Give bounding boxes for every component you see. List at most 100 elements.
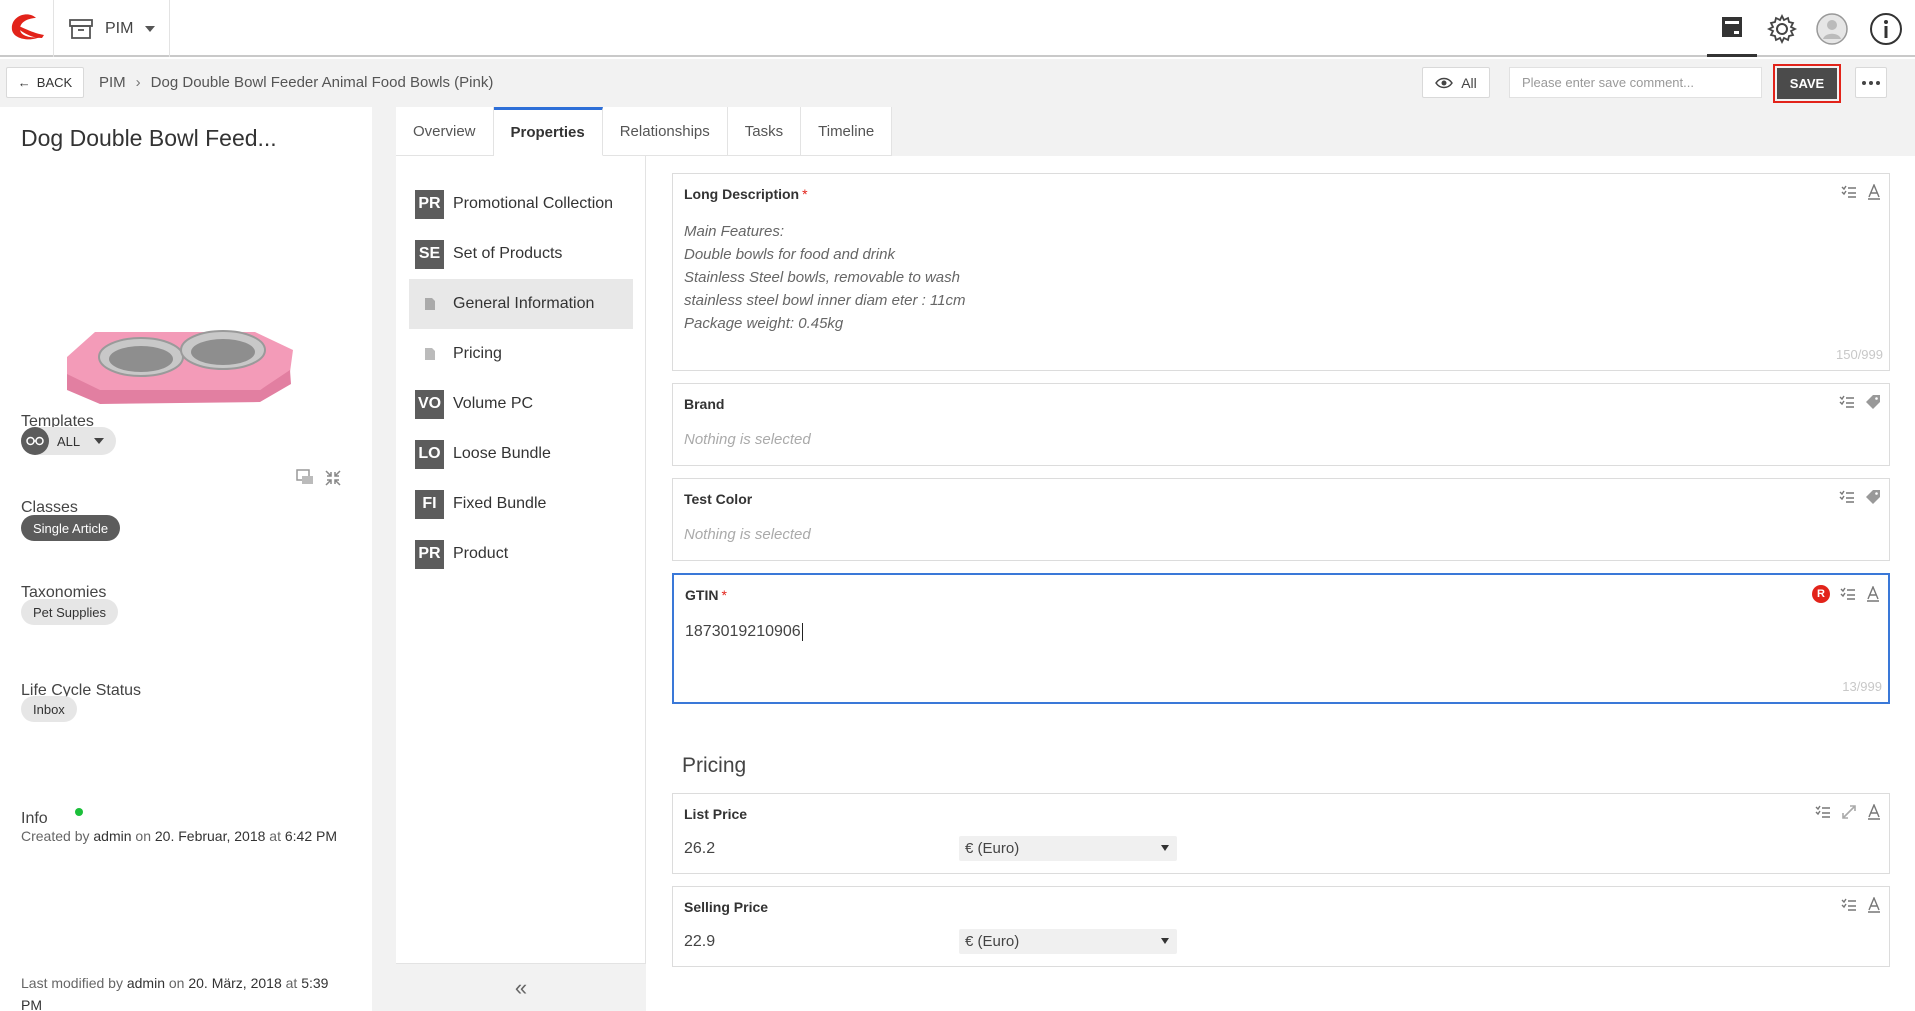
view-filter-button[interactable]: All	[1422, 67, 1490, 98]
char-counter: 150/999	[1836, 347, 1883, 362]
module-label: PIM	[105, 19, 134, 37]
dropdown-arrow-icon	[1161, 938, 1169, 944]
field-label: Selling Price	[684, 899, 769, 915]
breadcrumb-item-product: Dog Double Bowl Feeder Animal Food Bowls…	[150, 74, 494, 91]
breadcrumb-item-pim[interactable]: PIM	[99, 74, 126, 91]
list-check-icon[interactable]	[1839, 490, 1855, 504]
text-format-icon[interactable]	[1867, 804, 1881, 820]
required-marker: *	[721, 587, 727, 603]
class-item-label: Product	[453, 545, 509, 562]
modified-date: 20. März, 2018	[188, 975, 282, 991]
required-marker: *	[802, 186, 808, 202]
selling-price-value[interactable]: 22.9	[684, 933, 715, 951]
reference-badge: R	[1812, 585, 1830, 603]
tab-overview[interactable]: Overview	[396, 107, 494, 156]
class-item-label: Promotional Collection	[453, 195, 614, 212]
product-title: Dog Double Bowl Feed...	[21, 125, 277, 151]
user-menu-button[interactable]	[1807, 0, 1857, 57]
currency-select[interactable]: € (Euro)	[959, 929, 1177, 954]
template-selector[interactable]: ALL	[21, 427, 117, 455]
long-description-value: Main Features: Double bowls for food and…	[684, 223, 966, 332]
class-item-product[interactable]: PR Product	[409, 529, 633, 579]
gear-icon	[1766, 13, 1798, 44]
class-badge: PR	[415, 539, 444, 569]
pricing-section-title: Pricing	[682, 754, 747, 777]
lifecycle-status-chip[interactable]: Inbox	[21, 696, 77, 722]
class-item-label: Pricing	[453, 345, 502, 362]
list-check-icon[interactable]	[1839, 395, 1855, 409]
image-upload-icon[interactable]	[296, 469, 314, 485]
tab-timeline[interactable]: Timeline	[801, 107, 893, 156]
taxonomy-chip[interactable]: Pet Supplies	[21, 599, 118, 625]
class-item-pricing[interactable]: Pricing	[409, 329, 633, 379]
back-button[interactable]: ← BACK	[6, 67, 84, 98]
save-button[interactable]: SAVE	[1777, 68, 1837, 99]
chevron-down-icon	[94, 438, 105, 444]
class-chip[interactable]: Single Article	[21, 515, 121, 541]
more-options-button[interactable]	[1855, 67, 1887, 98]
gtin-input[interactable]: 1873019210906	[685, 623, 803, 641]
class-item-volume-pc[interactable]: VO Volume PC	[409, 379, 633, 429]
save-comment-input[interactable]	[1509, 67, 1762, 98]
created-by-user: admin	[93, 828, 132, 844]
class-badge: LO	[415, 439, 444, 469]
brand-field[interactable]: Brand Nothing is selected	[672, 383, 1890, 466]
tag-icon[interactable]	[1865, 489, 1881, 505]
product-summary-panel: Dog Double Bowl Feed... Templates ALL Cl…	[0, 107, 372, 1011]
archive-icon	[69, 18, 93, 39]
text-format-icon[interactable]	[1867, 897, 1881, 913]
text-format-icon[interactable]	[1867, 184, 1881, 200]
text-cursor	[801, 623, 803, 641]
tab-tasks[interactable]: Tasks	[727, 107, 802, 156]
test-color-field[interactable]: Test Color Nothing is selected	[672, 478, 1890, 561]
created-time: 6:42 PM	[284, 828, 338, 844]
field-label: Long Description *	[684, 186, 808, 202]
class-item-promotional-collection[interactable]: PR Promotional Collection	[409, 179, 633, 229]
class-item-set-of-products[interactable]: SE Set of Products	[409, 229, 633, 279]
expand-arrows-icon[interactable]	[1841, 804, 1857, 820]
modified-info: Last modified by admin on 20. März, 2018…	[21, 975, 329, 1011]
object-toolbar: ← BACK PIM › Dog Double Bowl Feeder Anim…	[0, 59, 1915, 107]
glasses-icon	[21, 427, 49, 455]
collapse-image-icon[interactable]	[324, 469, 342, 487]
settings-button[interactable]	[1757, 0, 1807, 57]
list-check-icon[interactable]	[1841, 898, 1857, 912]
class-badge: PR	[415, 189, 444, 219]
text-format-icon[interactable]	[1866, 586, 1880, 602]
class-item-label: Set of Products	[453, 245, 563, 262]
module-switcher[interactable]: PIM	[55, 0, 170, 57]
class-badge: FI	[415, 489, 444, 519]
tab-properties[interactable]: Properties	[493, 107, 603, 156]
selling-price-field[interactable]: Selling Price 22.9 € (Euro)	[672, 886, 1890, 967]
app-logo[interactable]	[0, 0, 54, 57]
products-nav-button[interactable]	[1707, 0, 1757, 57]
class-badge: SE	[415, 239, 444, 269]
char-counter: 13/999	[1842, 679, 1882, 694]
eye-icon	[1435, 77, 1454, 88]
list-price-field[interactable]: List Price 26.2 € (Euro)	[672, 793, 1890, 874]
collapse-panel-button[interactable]: «	[396, 963, 646, 1011]
info-button[interactable]	[1857, 0, 1915, 57]
tab-relationships[interactable]: Relationships	[602, 107, 728, 156]
list-check-icon[interactable]	[1815, 805, 1831, 819]
gtin-field[interactable]: GTIN * R 1873019210906 13/999	[672, 573, 1890, 704]
currency-select[interactable]: € (Euro)	[959, 836, 1177, 861]
class-item-fixed-bundle[interactable]: FI Fixed Bundle	[409, 479, 633, 529]
panel-divider	[372, 107, 396, 1011]
list-check-icon[interactable]	[1841, 185, 1857, 199]
logo-icon	[11, 14, 44, 40]
tag-icon[interactable]	[1865, 394, 1881, 410]
long-description-field[interactable]: Long Description * Main Features: Double …	[672, 173, 1890, 371]
class-item-general-information[interactable]: General Information	[409, 279, 633, 329]
field-label: Brand	[684, 396, 725, 412]
more-dots-icon	[1862, 80, 1866, 85]
arrow-left-icon: ←	[17, 75, 31, 90]
list-price-value[interactable]: 26.2	[684, 840, 715, 858]
class-item-label: General Information	[453, 295, 595, 312]
list-check-icon[interactable]	[1840, 587, 1856, 601]
test-color-value: Nothing is selected	[684, 526, 811, 543]
product-box-icon	[1722, 17, 1742, 37]
class-item-loose-bundle[interactable]: LO Loose Bundle	[409, 429, 633, 479]
brand-value: Nothing is selected	[684, 431, 811, 448]
document-icon	[415, 340, 444, 369]
